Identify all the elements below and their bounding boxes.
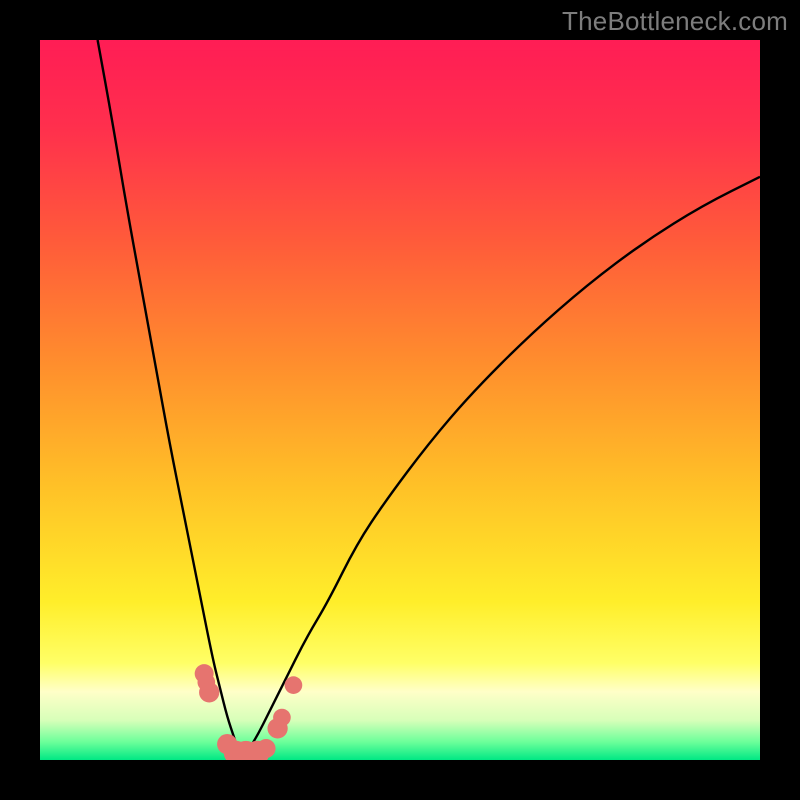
curve-layer <box>40 40 760 760</box>
chart-frame: TheBottleneck.com <box>0 0 800 800</box>
data-point-marker <box>257 739 276 758</box>
data-point-marker <box>273 709 291 727</box>
plot-area <box>40 40 760 760</box>
curve-left-branch <box>98 40 242 760</box>
curve-right-branch <box>242 177 760 760</box>
data-point-marker <box>285 676 303 694</box>
watermark-text: TheBottleneck.com <box>562 6 788 37</box>
data-point-marker <box>199 682 219 702</box>
